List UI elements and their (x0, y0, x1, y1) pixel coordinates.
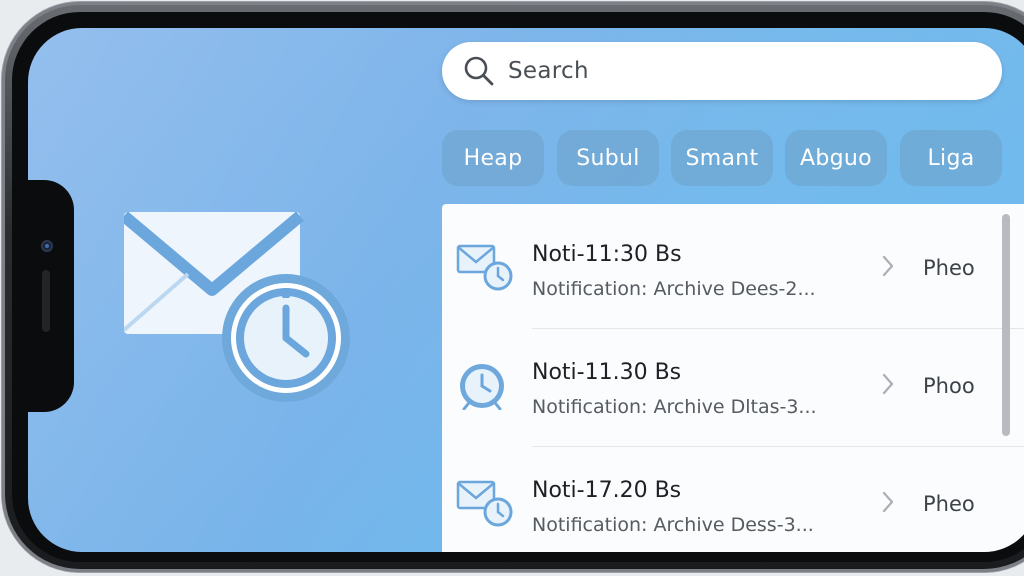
notification-subtitle: Notification: Archive Dess-3... (532, 514, 814, 536)
search-placeholder: Search (508, 58, 589, 84)
mail-clock-icon (456, 240, 516, 292)
filter-chip-subul[interactable]: Subul (557, 130, 659, 186)
mail-clock-icon (456, 476, 516, 528)
notification-title: Noti-11.30 Bs (532, 360, 682, 385)
notification-list: Noti-11:30 Bs Notification: Archive Dees… (442, 204, 1024, 552)
phone-frame: Search Heap Subul Smant Abguo Liga Noti-… (2, 2, 1024, 572)
notification-meta: Phoo (923, 374, 975, 398)
scrollbar[interactable] (1002, 214, 1010, 436)
search-icon (462, 54, 496, 88)
notification-subtitle: Notification: Archive Dltas-3... (532, 396, 817, 418)
notification-title: Noti-17.20 Bs (532, 478, 682, 503)
notch (22, 180, 74, 412)
search-input[interactable]: Search (442, 42, 1002, 100)
speaker-grille (42, 270, 50, 332)
filter-chip-heap[interactable]: Heap (442, 130, 544, 186)
filter-chip-smant[interactable]: Smant (671, 130, 773, 186)
list-item[interactable]: Noti-11:30 Bs Notification: Archive Dees… (442, 204, 1024, 322)
notification-title: Noti-11:30 Bs (532, 242, 682, 267)
chevron-right-icon (880, 372, 896, 396)
chevron-right-icon (880, 490, 896, 514)
filter-chip-liga[interactable]: Liga (900, 130, 1002, 186)
alarm-clock-icon (456, 358, 516, 411)
list-item[interactable]: Noti-17.20 Bs Notification: Archive Dess… (442, 440, 1024, 552)
filter-chips: Heap Subul Smant Abguo Liga (442, 130, 1024, 188)
mail-clock-illustration (120, 211, 384, 422)
list-item[interactable]: Noti-11.30 Bs Notification: Archive Dlta… (442, 322, 1024, 440)
notification-meta: Pheo (923, 492, 975, 516)
notification-subtitle: Notification: Archive Dees-2... (532, 278, 816, 300)
filter-chip-abguo[interactable]: Abguo (785, 130, 887, 186)
front-camera (41, 240, 53, 252)
notification-meta: Pheo (923, 256, 975, 280)
screen: Search Heap Subul Smant Abguo Liga Noti-… (28, 28, 1024, 552)
chevron-right-icon (880, 254, 896, 278)
